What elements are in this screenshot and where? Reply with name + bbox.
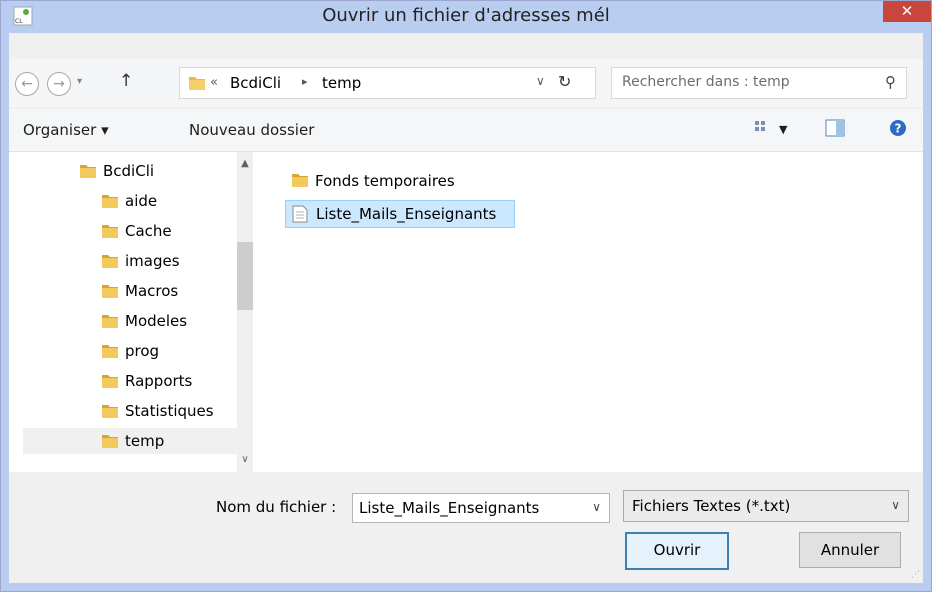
cancel-button[interactable]: Annuler: [799, 532, 901, 568]
search-icon[interactable]: ⚲: [885, 73, 896, 91]
close-button[interactable]: ✕: [883, 1, 931, 22]
breadcrumb-chevron-icon[interactable]: ▸: [302, 75, 308, 88]
tree-item[interactable]: Modeles: [101, 308, 241, 334]
folder-icon: [102, 285, 118, 298]
organise-menu[interactable]: Organiser ▾: [23, 121, 109, 139]
back-arrow-icon[interactable]: ←: [15, 72, 39, 96]
tree-item-label: temp: [125, 432, 165, 450]
tree-item-label: Macros: [125, 282, 179, 300]
search-placeholder: Rechercher dans : temp: [622, 74, 790, 90]
filename-value[interactable]: Liste_Mails_Enseignants: [359, 499, 539, 517]
scroll-up-icon[interactable]: ▲: [237, 158, 253, 169]
forward-arrow-icon[interactable]: →: [47, 72, 71, 96]
filename-label: Nom du fichier :: [216, 498, 337, 516]
breadcrumb-item[interactable]: temp: [322, 74, 361, 92]
tree-item-label: BcdiCli: [103, 162, 155, 180]
recent-locations-chevron-icon[interactable]: ▾: [77, 76, 82, 87]
folder-icon: [292, 174, 308, 187]
view-dropdown-icon[interactable]: ▼: [779, 123, 787, 136]
folder-icon: [102, 225, 118, 238]
svg-text:?: ?: [895, 122, 902, 136]
browser-panes: BcdiCli aide Cache images Macros Modeles prog R…: [9, 152, 923, 472]
filename-input[interactable]: Liste_Mails_Enseignants ∨: [352, 493, 610, 523]
tree-item[interactable]: temp: [23, 428, 237, 454]
tree-item-label: Statistiques: [125, 402, 214, 420]
resize-grip-icon[interactable]: ⋰: [911, 570, 921, 580]
tree-item-label: Cache: [125, 222, 172, 240]
open-button[interactable]: Ouvrir: [625, 532, 729, 570]
folder-item[interactable]: Fonds temporaires: [285, 168, 465, 194]
tree-item-label: Modeles: [125, 312, 188, 330]
title-bar[interactable]: CL Ouvrir un fichier d'adresses mél ✕: [1, 1, 931, 31]
tree-item[interactable]: Statistiques: [101, 398, 241, 424]
up-arrow-icon[interactable]: ↑: [119, 71, 133, 91]
tree-item-label: Rapports: [125, 372, 193, 390]
folder-icon: [102, 375, 118, 388]
folder-icon: [102, 315, 118, 328]
help-icon[interactable]: ?: [889, 119, 907, 137]
scrollbar-thumb[interactable]: [237, 242, 253, 310]
text-file-icon: [292, 205, 308, 223]
dialog-footer: Nom du fichier : Liste_Mails_Enseignants…: [9, 472, 923, 582]
tree-item-label: prog: [125, 342, 160, 360]
folder-icon: [102, 195, 118, 208]
refresh-icon[interactable]: ↻: [558, 72, 571, 91]
preview-pane-icon[interactable]: [825, 119, 845, 137]
file-item-label: Fonds temporaires: [315, 172, 455, 190]
file-item-label: Liste_Mails_Enseignants: [316, 205, 497, 223]
tree-item[interactable]: Rapports: [101, 368, 241, 394]
view-options-icon[interactable]: [753, 119, 771, 137]
navigation-bar: ← → ▾ ↑ « BcdiCli ▸ temp ∨ ↻ Rechercher …: [9, 59, 923, 107]
file-type-value[interactable]: Fichiers Textes (*.txt): [632, 497, 790, 515]
open-file-dialog: CL Ouvrir un fichier d'adresses mél ✕ ← …: [0, 0, 932, 592]
folder-icon: [80, 165, 96, 178]
breadcrumb-item[interactable]: BcdiCli: [230, 74, 281, 92]
file-type-select[interactable]: Fichiers Textes (*.txt) ∨: [623, 490, 909, 522]
scroll-down-icon[interactable]: ∨: [237, 454, 253, 465]
folder-icon: [102, 255, 118, 268]
tree-item[interactable]: images: [101, 248, 241, 274]
tree-item[interactable]: aide: [101, 188, 241, 214]
tree-item[interactable]: prog: [101, 338, 241, 364]
tree-item-label: images: [125, 252, 180, 270]
chevron-down-icon[interactable]: ∨: [592, 500, 601, 514]
folder-icon: [102, 345, 118, 358]
address-bar[interactable]: « BcdiCli ▸ temp ∨ ↻: [179, 67, 596, 99]
address-dropdown-icon[interactable]: ∨: [536, 74, 545, 88]
navigation-pane[interactable]: BcdiCli aide Cache images Macros Modeles prog R…: [9, 152, 250, 472]
navigation-scrollbar[interactable]: [237, 152, 253, 472]
chevron-down-icon[interactable]: ∨: [891, 498, 900, 512]
search-box[interactable]: Rechercher dans : temp ⚲: [611, 67, 907, 99]
tree-item[interactable]: BcdiCli: [79, 158, 219, 184]
folder-icon: [102, 405, 118, 418]
file-item[interactable]: Liste_Mails_Enseignants: [285, 200, 515, 228]
tree-item-label: aide: [125, 192, 158, 210]
tree-item[interactable]: Macros: [101, 278, 241, 304]
command-bar: Organiser ▾ Nouveau dossier ▼ ?: [9, 109, 923, 152]
window-title: Ouvrir un fichier d'adresses mél: [322, 5, 610, 26]
tree-item[interactable]: Cache: [101, 218, 241, 244]
folder-icon: [102, 435, 118, 448]
new-folder-button[interactable]: Nouveau dossier: [189, 121, 314, 139]
folder-icon: [189, 77, 205, 90]
breadcrumb-overflow[interactable]: «: [210, 75, 218, 90]
